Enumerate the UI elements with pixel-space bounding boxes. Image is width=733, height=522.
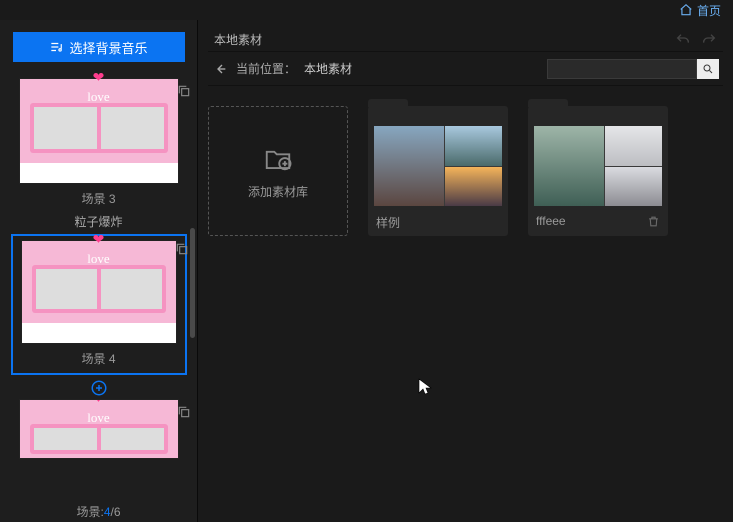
scene-list: ❤ love 场景 3 粒子爆炸 ❤ love 场景 4	[0, 68, 197, 499]
scene-thumbnail: ❤ love	[21, 240, 177, 344]
counter-current: 4	[104, 505, 111, 519]
counter-prefix: 场景:	[76, 505, 103, 519]
duplicate-icon[interactable]	[175, 242, 189, 256]
trash-icon[interactable]	[647, 215, 660, 228]
heart-icon: ❤	[93, 69, 105, 86]
duplicate-icon[interactable]	[177, 84, 191, 98]
scene-label: 场景 3	[11, 190, 187, 207]
add-scene-button[interactable]	[90, 379, 108, 397]
path-label: 当前位置：	[236, 60, 296, 77]
materials-title: 本地素材	[214, 31, 262, 48]
path-value: 本地素材	[304, 60, 352, 77]
home-icon	[679, 3, 693, 17]
folder-preview	[374, 126, 502, 206]
duplicate-icon[interactable]	[177, 405, 191, 419]
scene-counter: 场景:4/6	[0, 499, 197, 522]
scene-thumbnail: ❤ love	[19, 78, 179, 184]
material-folder[interactable]: fffeee	[528, 106, 668, 236]
scene-thumbnail: ❤ love	[19, 399, 179, 459]
undo-icon[interactable]	[675, 32, 691, 48]
folder-plus-icon	[263, 143, 293, 173]
scene-sidebar: 选择背景音乐 ❤ love 场景 3 粒子爆炸 ❤ love	[0, 20, 198, 522]
back-icon[interactable]	[212, 61, 228, 77]
scene-label: 场景 4	[13, 350, 185, 367]
heart-icon: ❤	[93, 231, 105, 248]
music-list-icon	[49, 40, 63, 54]
select-bgm-label: 选择背景音乐	[69, 38, 147, 57]
redo-icon[interactable]	[701, 32, 717, 48]
add-library-button[interactable]: 添加素材库	[208, 106, 348, 236]
home-link[interactable]: 首页	[679, 2, 721, 19]
scene-item[interactable]: ❤ love	[11, 399, 187, 459]
materials-panel: 本地素材 当前位置： 本地素材 添加素材库	[198, 20, 733, 522]
scene-item[interactable]: ❤ love 场景 3	[11, 78, 187, 207]
home-label: 首页	[697, 2, 721, 19]
search-icon	[702, 63, 714, 75]
scrollbar-thumb[interactable]	[190, 228, 195, 338]
folder-preview	[534, 126, 662, 206]
mouse-cursor-icon	[418, 378, 432, 396]
effect-label: 粒子爆炸	[0, 213, 197, 230]
folder-name: 样例	[376, 214, 400, 231]
add-library-label: 添加素材库	[248, 183, 308, 200]
select-bgm-button[interactable]: 选择背景音乐	[13, 32, 185, 62]
scene-item-selected[interactable]: ❤ love 场景 4	[11, 234, 187, 375]
material-folder[interactable]: 样例	[368, 106, 508, 236]
search-button[interactable]	[697, 59, 719, 79]
search-input[interactable]	[547, 59, 697, 79]
counter-total: /6	[111, 505, 121, 519]
folder-name: fffeee	[536, 214, 566, 228]
heart-icon: ❤	[93, 399, 105, 407]
